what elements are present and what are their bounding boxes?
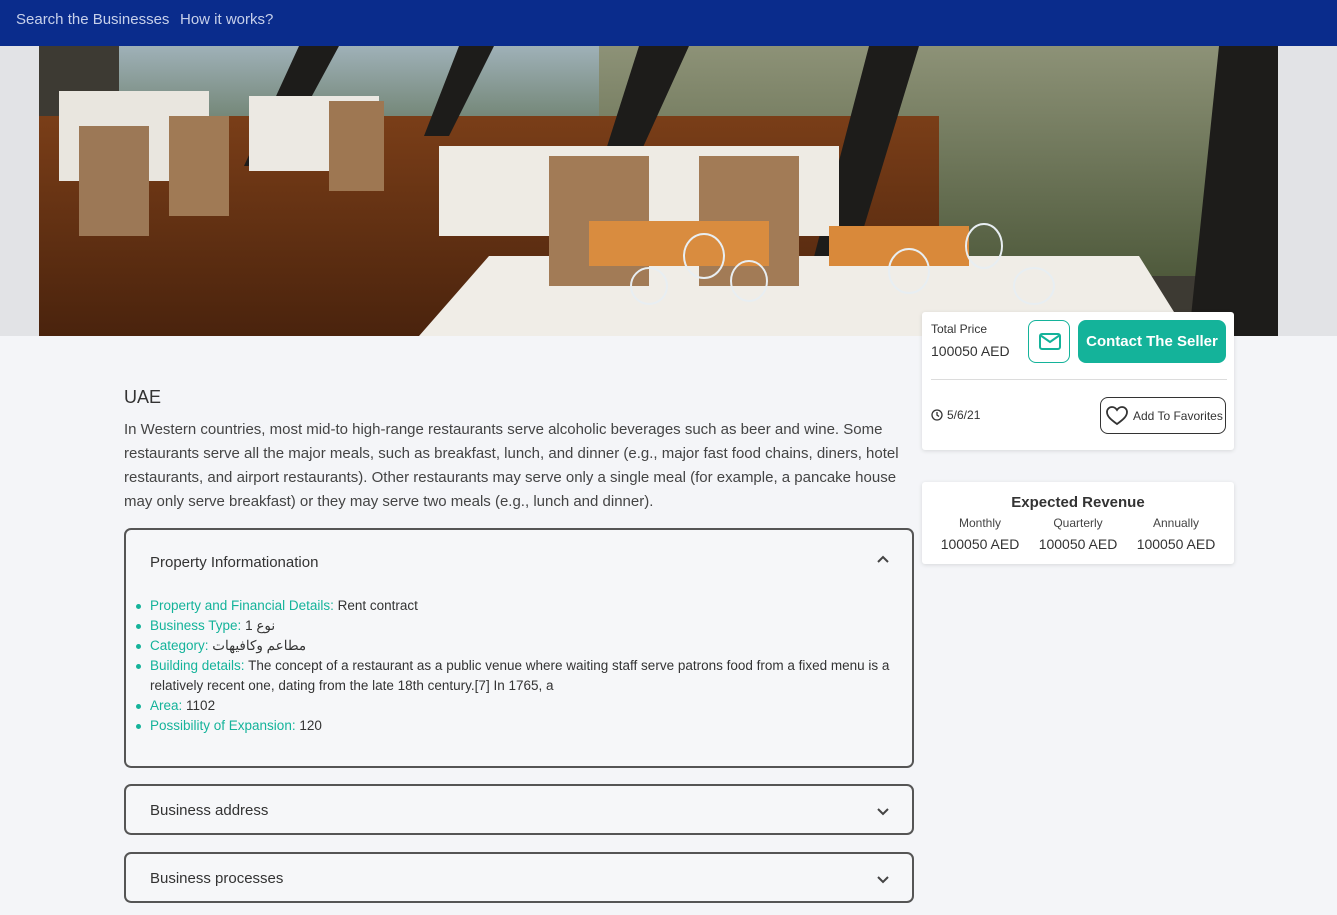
property-info-item: Possibility of Expansion: 120 <box>136 716 890 736</box>
total-price-value: 100050 AED <box>931 343 1010 359</box>
property-info-item: Category: مطاعم وكافيهات <box>136 636 890 656</box>
info-value: 1102 <box>186 698 216 713</box>
expected-revenue-card: Expected Revenue Monthly 100050 AED Quar… <box>922 482 1234 564</box>
listing-date-text: 5/6/21 <box>947 408 981 422</box>
total-price-label: Total Price <box>931 322 988 336</box>
add-to-favorites-button[interactable]: Add To Favorites <box>1100 397 1226 434</box>
business-address-title: Business address <box>150 802 269 819</box>
revenue-annually: Annually 100050 AED <box>1124 516 1228 552</box>
price-card: Total Price 100050 AED Contact The Selle… <box>922 312 1234 450</box>
hero-image <box>39 46 1278 336</box>
revenue-monthly-value: 100050 AED <box>940 536 1020 552</box>
chevron-down-icon <box>877 876 889 884</box>
info-value: نوع 1 <box>245 618 276 633</box>
revenue-quarterly-label: Quarterly <box>1053 516 1103 530</box>
info-key: Building details: <box>150 658 245 673</box>
message-seller-button[interactable] <box>1028 320 1070 363</box>
info-value: 120 <box>299 718 322 733</box>
clock-icon <box>931 409 943 421</box>
info-key: Business Type: <box>150 618 242 633</box>
info-value: Rent contract <box>337 598 418 613</box>
heart-icon <box>1106 406 1128 426</box>
property-info-item: Property and Financial Details: Rent con… <box>136 596 890 616</box>
business-processes-title: Business processes <box>150 870 284 887</box>
revenue-quarterly: Quarterly 100050 AED <box>1026 516 1130 552</box>
listing-country: UAE <box>124 387 162 407</box>
nav-how-it-works-link[interactable]: How it works? <box>180 11 273 28</box>
property-info-list: Property and Financial Details: Rent con… <box>136 596 890 736</box>
business-address-accordion[interactable]: Business address <box>124 784 914 835</box>
restaurant-photo <box>39 46 1278 336</box>
contact-seller-button[interactable]: Contact The Seller <box>1078 320 1226 363</box>
listing-description: In Western countries, most mid-to high-r… <box>124 421 899 510</box>
info-key: Possibility of Expansion: <box>150 718 296 733</box>
info-key: Area: <box>150 698 183 713</box>
info-value: The concept of a restaurant as a public … <box>150 658 890 693</box>
property-info-accordion: Property Informationation Property and F… <box>124 528 914 768</box>
property-info-item: Business Type: نوع 1 <box>136 616 890 636</box>
revenue-quarterly-value: 100050 AED <box>1038 536 1118 552</box>
card-divider <box>931 379 1227 380</box>
revenue-annually-value: 100050 AED <box>1136 536 1216 552</box>
revenue-annually-label: Annually <box>1152 516 1200 530</box>
top-navbar: Search the Businesses How it works? <box>0 0 1337 46</box>
add-to-favorites-label: Add To Favorites <box>1133 409 1223 423</box>
nav-search-businesses-link[interactable]: Search the Businesses <box>16 11 169 28</box>
property-info-item: Area: 1102 <box>136 696 890 716</box>
info-value: مطاعم وكافيهات <box>212 638 307 653</box>
chevron-up-icon[interactable] <box>876 554 890 564</box>
info-key: Property and Financial Details: <box>150 598 334 613</box>
mail-icon <box>1039 333 1061 350</box>
revenue-monthly: Monthly 100050 AED <box>928 516 1032 552</box>
property-info-item: Building details: The concept of a resta… <box>136 656 890 696</box>
expected-revenue-title: Expected Revenue <box>1011 494 1145 511</box>
property-info-title[interactable]: Property Informationation <box>150 554 318 571</box>
revenue-monthly-label: Monthly <box>958 516 1002 530</box>
info-key: Category: <box>150 638 209 653</box>
chevron-down-icon <box>877 808 889 816</box>
business-processes-accordion[interactable]: Business processes <box>124 852 914 903</box>
